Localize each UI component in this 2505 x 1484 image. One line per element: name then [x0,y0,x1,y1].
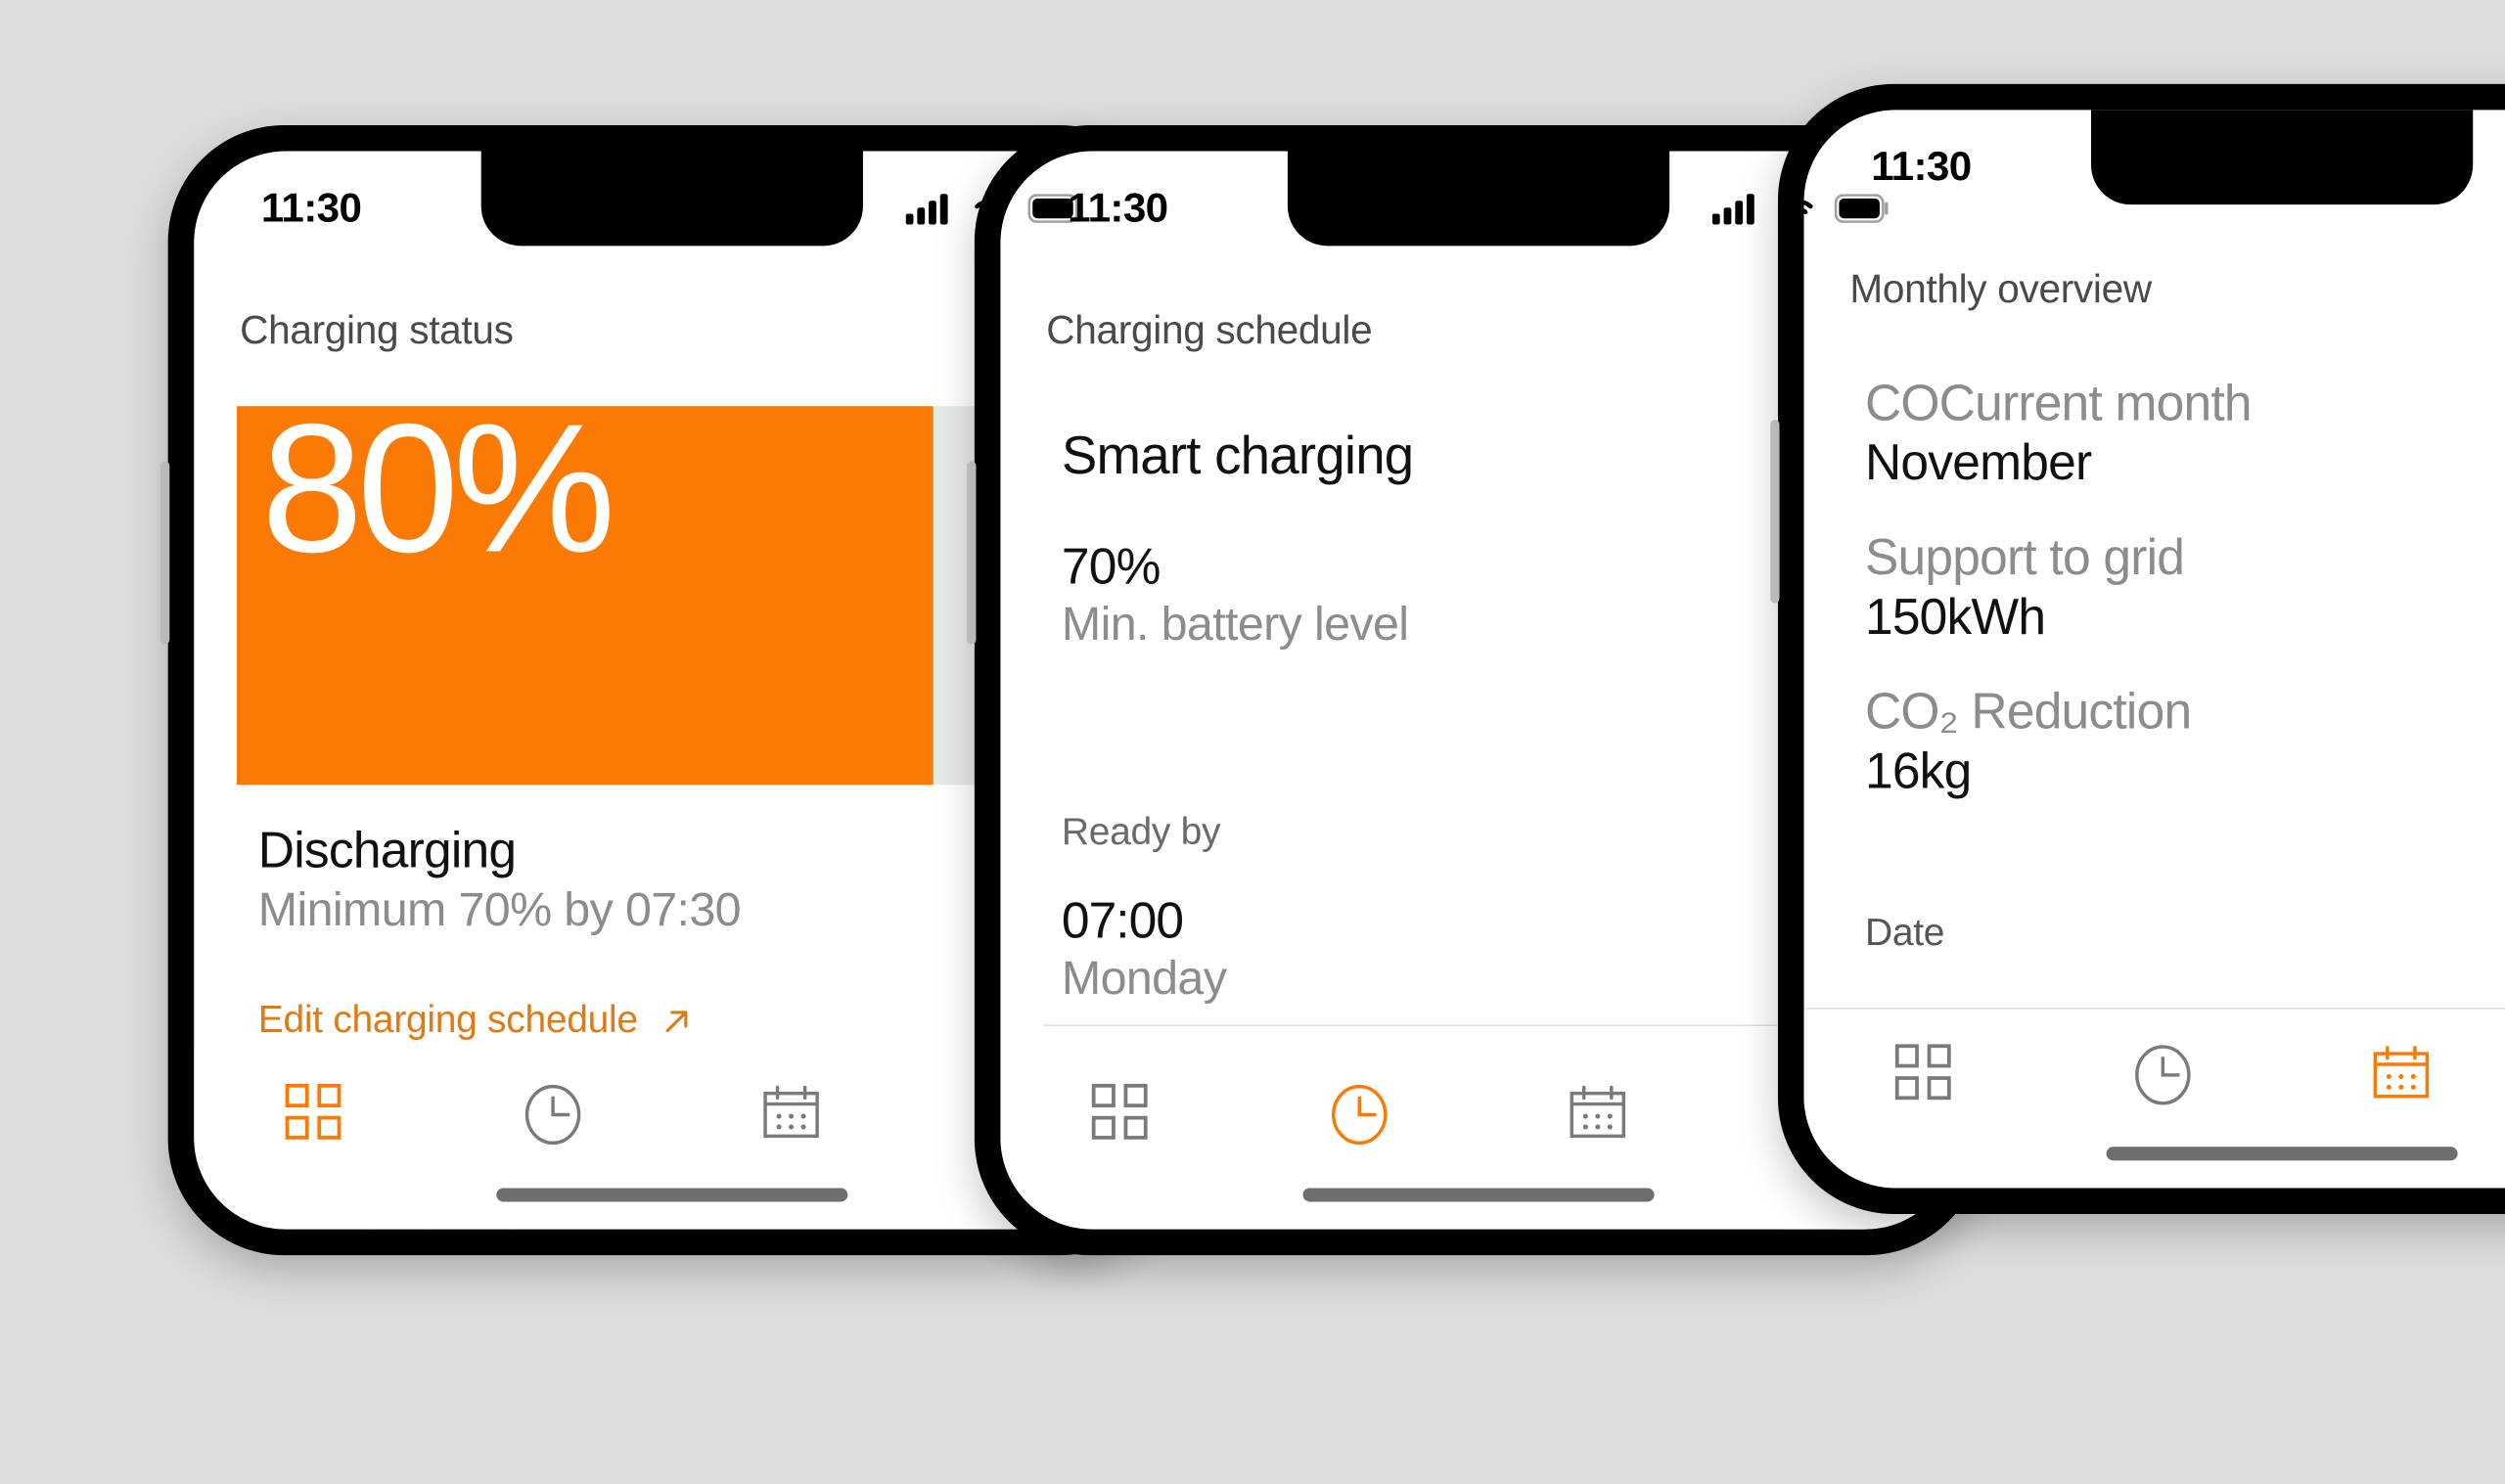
phone1-home-indicator [496,1188,848,1202]
summary-value: November [1864,433,2092,490]
tab-schedule[interactable] [2043,1043,2282,1107]
edit-charging-schedule-label: Edit charging schedule [257,998,638,1042]
battery-percent-label: 80% [260,385,615,592]
tab-schedule[interactable] [433,1083,672,1147]
cellular-signal-icon [905,193,948,224]
schedule-text: 07:00 Monday [1061,891,1227,1007]
phone3-home-indicator [2106,1147,2458,1161]
smart-charging-label: Smart charging [1061,426,1414,486]
schedule-time: 07:00 [1061,891,1184,949]
phone3-status-bar: 11:30 [1804,110,2505,223]
grid-icon [1895,1044,1952,1101]
clock-icon [2134,1045,2191,1105]
phone1-volume-buttons [159,461,170,645]
tab-overview[interactable] [194,1083,433,1141]
calendar-icon [763,1085,820,1139]
tab-history[interactable] [672,1083,911,1147]
status-bar-time: 11:30 [1068,184,1168,230]
clock-icon [1331,1084,1388,1146]
calendar-icon [2373,1046,2430,1099]
summary-value: 150kWh [1864,587,2046,645]
calendar-icon [1570,1085,1626,1139]
summary-value: 16kg [1864,742,1972,798]
phone3-tabbar [1803,1008,2505,1189]
status-bar-time: 11:30 [1871,142,1972,189]
min-battery-value: 70% [1061,537,1161,595]
cellular-signal-icon [1711,193,1754,224]
status-bar-time: 11:30 [260,184,362,230]
column-header-date: Date [1864,911,1945,955]
arrow-up-right-icon [664,1010,687,1032]
tab-overview[interactable] [1000,1083,1239,1141]
phone3-screen: 11:30 Monthly overview COCurrent month N… [1803,110,2505,1189]
page-title: Monthly overview [1849,265,2152,312]
phone2-home-indicator [1302,1188,1655,1202]
summary-label: CO₂ Reduction [1864,682,2192,740]
min-battery-label: Min. battery level [1061,597,1409,651]
summary-label: COCurrent month [1864,374,2253,431]
page-title: Charging schedule [1046,306,1373,353]
tab-history[interactable] [1479,1083,1717,1147]
schedule-days: Monday [1061,951,1227,1006]
tab-overview[interactable] [1804,1043,2043,1101]
page-title: Charging status [240,306,514,353]
screenshot-stage: 11:30 Charging status 80% Discharging Mi… [0,0,2505,1484]
phone2-volume-buttons [967,461,977,645]
tab-schedule[interactable] [1240,1083,1479,1147]
min-battery-text: 70% Min. battery level [1062,537,1409,652]
grid-icon [285,1083,342,1140]
phone3-volume-buttons [1770,420,1780,604]
history-table-header: Date Energy [1846,801,2505,956]
tab-history[interactable] [2282,1043,2505,1107]
monthly-overview-summary: COCurrent month November Support to grid… [1846,313,2505,801]
grid-icon [1092,1083,1148,1140]
summary-label: Support to grid [1864,527,2185,585]
clock-icon [524,1084,580,1146]
